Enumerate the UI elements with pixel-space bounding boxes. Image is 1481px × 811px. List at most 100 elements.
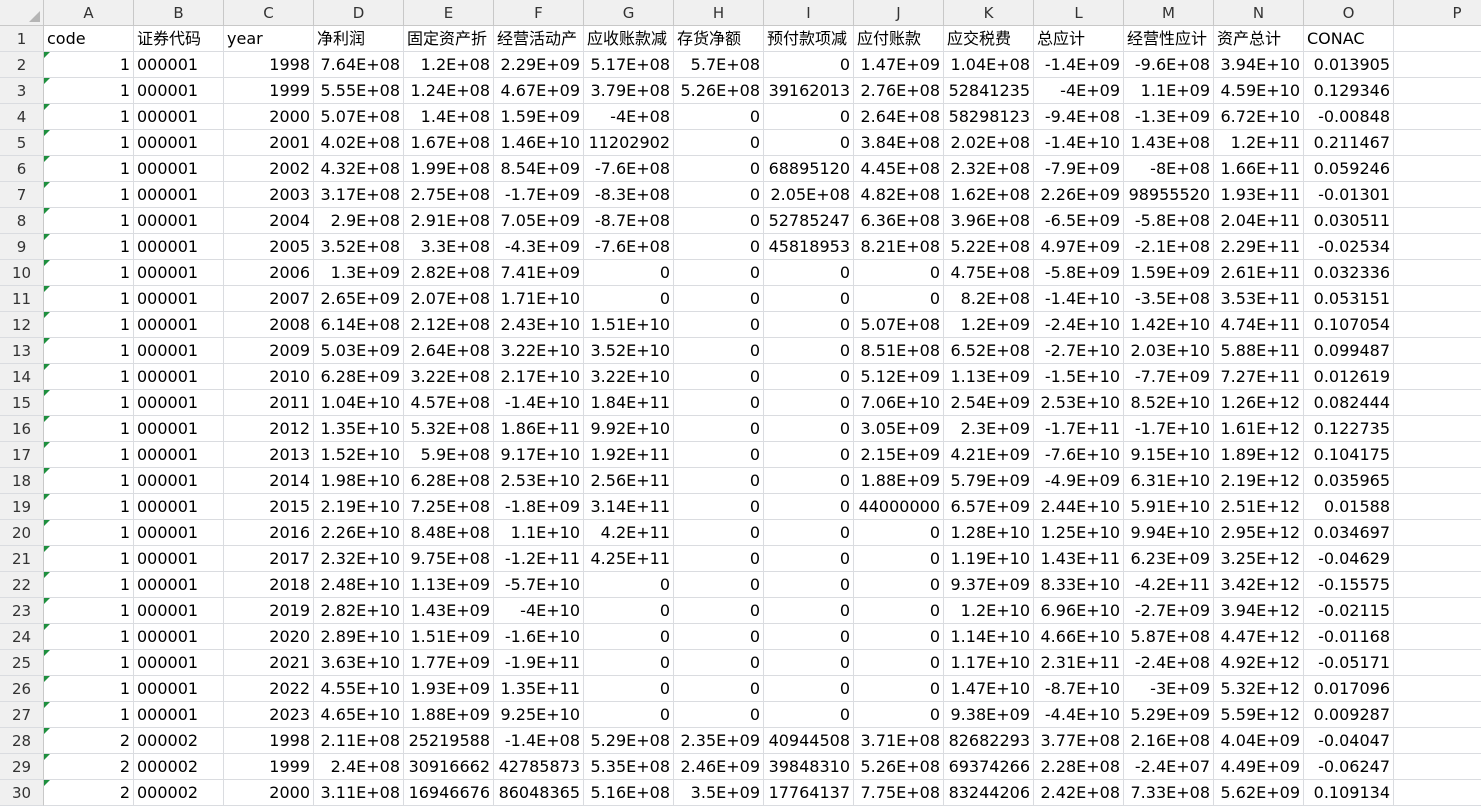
- cell-p14[interactable]: [1394, 364, 1481, 390]
- cell-b22[interactable]: 000001: [134, 572, 224, 598]
- cell-n24[interactable]: 4.47E+12: [1214, 624, 1304, 650]
- cell-p7[interactable]: [1394, 182, 1481, 208]
- column-header-j[interactable]: J: [854, 0, 944, 26]
- cell-f26[interactable]: 1.35E+11: [494, 676, 584, 702]
- cell-j17[interactable]: 2.15E+09: [854, 442, 944, 468]
- cell-k5[interactable]: 2.02E+08: [944, 130, 1034, 156]
- cell-k29[interactable]: 69374266: [944, 754, 1034, 780]
- cell-g6[interactable]: -7.6E+08: [584, 156, 674, 182]
- cell-f21[interactable]: -1.2E+11: [494, 546, 584, 572]
- cell-l1[interactable]: 总应计: [1034, 26, 1124, 52]
- column-header-l[interactable]: L: [1034, 0, 1124, 26]
- cell-d11[interactable]: 2.65E+09: [314, 286, 404, 312]
- cell-h8[interactable]: 0: [674, 208, 764, 234]
- cell-g26[interactable]: 0: [584, 676, 674, 702]
- cell-n29[interactable]: 4.49E+09: [1214, 754, 1304, 780]
- cell-g20[interactable]: 4.2E+11: [584, 520, 674, 546]
- cell-p6[interactable]: [1394, 156, 1481, 182]
- cell-a28[interactable]: 2: [44, 728, 134, 754]
- cell-i14[interactable]: 0: [764, 364, 854, 390]
- cell-a9[interactable]: 1: [44, 234, 134, 260]
- cell-l19[interactable]: 2.44E+10: [1034, 494, 1124, 520]
- cell-g23[interactable]: 0: [584, 598, 674, 624]
- cell-j27[interactable]: 0: [854, 702, 944, 728]
- cell-d26[interactable]: 4.55E+10: [314, 676, 404, 702]
- cell-d21[interactable]: 2.32E+10: [314, 546, 404, 572]
- cell-f2[interactable]: 2.29E+09: [494, 52, 584, 78]
- cell-b14[interactable]: 000001: [134, 364, 224, 390]
- cell-h29[interactable]: 2.46E+09: [674, 754, 764, 780]
- cell-o27[interactable]: 0.009287: [1304, 702, 1394, 728]
- cell-p3[interactable]: [1394, 78, 1481, 104]
- cell-o19[interactable]: 0.01588: [1304, 494, 1394, 520]
- cell-o25[interactable]: -0.05171: [1304, 650, 1394, 676]
- cell-l13[interactable]: -2.7E+10: [1034, 338, 1124, 364]
- cell-f1[interactable]: 经营活动产: [494, 26, 584, 52]
- cell-c29[interactable]: 1999: [224, 754, 314, 780]
- cell-h22[interactable]: 0: [674, 572, 764, 598]
- cell-k22[interactable]: 9.37E+09: [944, 572, 1034, 598]
- cell-l22[interactable]: 8.33E+10: [1034, 572, 1124, 598]
- cell-a20[interactable]: 1: [44, 520, 134, 546]
- cell-g3[interactable]: 3.79E+08: [584, 78, 674, 104]
- cell-l8[interactable]: -6.5E+09: [1034, 208, 1124, 234]
- cell-m20[interactable]: 9.94E+10: [1124, 520, 1214, 546]
- cell-d15[interactable]: 1.04E+10: [314, 390, 404, 416]
- column-header-g[interactable]: G: [584, 0, 674, 26]
- cell-b11[interactable]: 000001: [134, 286, 224, 312]
- cell-d25[interactable]: 3.63E+10: [314, 650, 404, 676]
- cell-k27[interactable]: 9.38E+09: [944, 702, 1034, 728]
- cell-f3[interactable]: 4.67E+09: [494, 78, 584, 104]
- cell-n7[interactable]: 1.93E+11: [1214, 182, 1304, 208]
- cell-m14[interactable]: -7.7E+09: [1124, 364, 1214, 390]
- cell-g15[interactable]: 1.84E+11: [584, 390, 674, 416]
- column-header-d[interactable]: D: [314, 0, 404, 26]
- cell-o14[interactable]: 0.012619: [1304, 364, 1394, 390]
- cell-b29[interactable]: 000002: [134, 754, 224, 780]
- cell-g30[interactable]: 5.16E+08: [584, 780, 674, 806]
- cell-b5[interactable]: 000001: [134, 130, 224, 156]
- cell-o9[interactable]: -0.02534: [1304, 234, 1394, 260]
- cell-p10[interactable]: [1394, 260, 1481, 286]
- cell-m15[interactable]: 8.52E+10: [1124, 390, 1214, 416]
- row-header-4[interactable]: 4: [0, 104, 44, 130]
- cell-h14[interactable]: 0: [674, 364, 764, 390]
- cell-j23[interactable]: 0: [854, 598, 944, 624]
- cell-i9[interactable]: 45818953: [764, 234, 854, 260]
- cell-a5[interactable]: 1: [44, 130, 134, 156]
- row-header-8[interactable]: 8: [0, 208, 44, 234]
- cell-a12[interactable]: 1: [44, 312, 134, 338]
- cell-h4[interactable]: 0: [674, 104, 764, 130]
- column-header-k[interactable]: K: [944, 0, 1034, 26]
- cell-e18[interactable]: 6.28E+08: [404, 468, 494, 494]
- cell-j21[interactable]: 0: [854, 546, 944, 572]
- cell-c22[interactable]: 2018: [224, 572, 314, 598]
- cell-j29[interactable]: 5.26E+08: [854, 754, 944, 780]
- cell-l27[interactable]: -4.4E+10: [1034, 702, 1124, 728]
- cell-h28[interactable]: 2.35E+09: [674, 728, 764, 754]
- cell-i13[interactable]: 0: [764, 338, 854, 364]
- cell-h13[interactable]: 0: [674, 338, 764, 364]
- cell-d5[interactable]: 4.02E+08: [314, 130, 404, 156]
- row-header-28[interactable]: 28: [0, 728, 44, 754]
- cell-e6[interactable]: 1.99E+08: [404, 156, 494, 182]
- cell-d17[interactable]: 1.52E+10: [314, 442, 404, 468]
- cell-o12[interactable]: 0.107054: [1304, 312, 1394, 338]
- cell-d19[interactable]: 2.19E+10: [314, 494, 404, 520]
- cell-c21[interactable]: 2017: [224, 546, 314, 572]
- cell-d8[interactable]: 2.9E+08: [314, 208, 404, 234]
- cell-m22[interactable]: -4.2E+11: [1124, 572, 1214, 598]
- cell-b10[interactable]: 000001: [134, 260, 224, 286]
- column-header-b[interactable]: B: [134, 0, 224, 26]
- cell-i18[interactable]: 0: [764, 468, 854, 494]
- cell-c17[interactable]: 2013: [224, 442, 314, 468]
- cell-e22[interactable]: 1.13E+09: [404, 572, 494, 598]
- row-header-13[interactable]: 13: [0, 338, 44, 364]
- cell-f24[interactable]: -1.6E+10: [494, 624, 584, 650]
- cell-b28[interactable]: 000002: [134, 728, 224, 754]
- cell-l20[interactable]: 1.25E+10: [1034, 520, 1124, 546]
- cell-c19[interactable]: 2015: [224, 494, 314, 520]
- cell-h27[interactable]: 0: [674, 702, 764, 728]
- column-header-m[interactable]: M: [1124, 0, 1214, 26]
- cell-m16[interactable]: -1.7E+10: [1124, 416, 1214, 442]
